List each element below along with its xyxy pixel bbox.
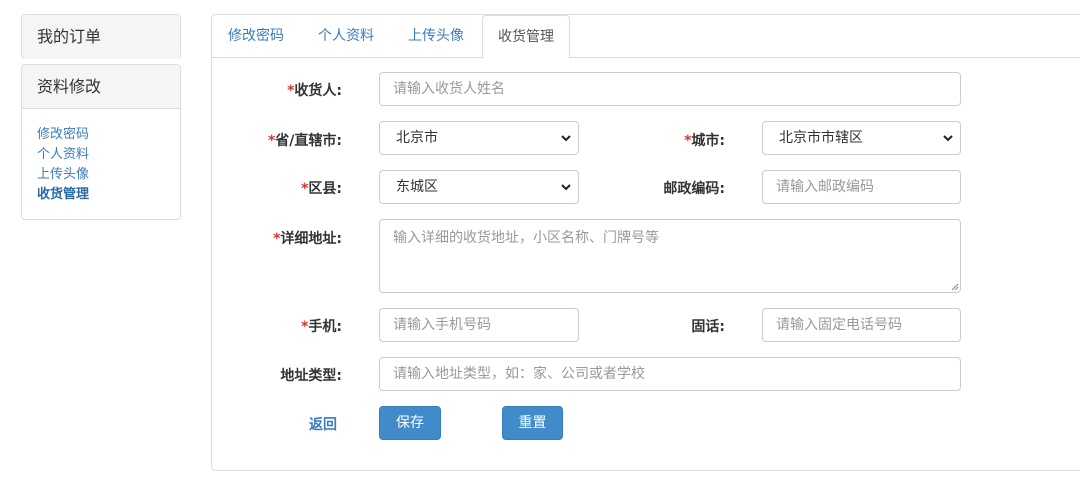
postcode-input[interactable] — [762, 170, 961, 204]
receiver-label: *收货人: — [287, 83, 342, 99]
district-select[interactable]: 东城区 — [379, 170, 579, 204]
district-label: *区县: — [301, 181, 342, 197]
tab-change-password[interactable]: 修改密码 — [213, 15, 299, 58]
province-select[interactable]: 北京市 — [379, 121, 579, 155]
phone-input[interactable] — [762, 308, 961, 342]
tab-personal-info[interactable]: 个人资料 — [303, 15, 389, 58]
address-textarea-wrap — [379, 219, 961, 293]
sidebar-item-personal-info[interactable]: 个人资料 — [37, 145, 165, 165]
tab-bar: 修改密码 个人资料 上传头像 收货管理 — [212, 15, 1080, 59]
reset-button[interactable]: 重置 — [502, 406, 563, 440]
resize-handle-icon[interactable] — [949, 281, 959, 291]
address-label: *详细地址: — [273, 231, 342, 247]
back-link[interactable]: 返回 — [309, 414, 337, 434]
province-label: *省/直辖市: — [267, 133, 342, 149]
profile-edit-panel: 资料修改 修改密码 个人资料 上传头像 收货管理 — [21, 64, 181, 220]
sidebar-item-change-password[interactable]: 修改密码 — [37, 125, 165, 145]
tab-address-management[interactable]: 收货管理 — [482, 15, 570, 59]
sidebar-item-upload-avatar[interactable]: 上传头像 — [37, 165, 165, 185]
address-type-input[interactable] — [379, 357, 961, 391]
district-selected-value: 东城区 — [396, 179, 438, 195]
chevron-down-icon — [561, 184, 571, 191]
province-selected-value: 北京市 — [396, 130, 438, 146]
profile-edit-title: 资料修改 — [22, 65, 180, 109]
city-selected-value: 北京市市辖区 — [779, 130, 863, 146]
mobile-label: *手机: — [301, 319, 342, 335]
city-select[interactable]: 北京市市辖区 — [762, 121, 961, 155]
address-type-label: 地址类型: — [280, 368, 342, 384]
chevron-down-icon — [561, 135, 571, 142]
sidebar-item-address-management[interactable]: 收货管理 — [37, 185, 165, 205]
chevron-down-icon — [943, 135, 953, 142]
mobile-input[interactable] — [379, 308, 579, 342]
my-orders-title[interactable]: 我的订单 — [22, 15, 180, 59]
postcode-label: 邮政编码: — [663, 181, 725, 197]
receiver-input[interactable] — [379, 72, 961, 106]
tab-upload-avatar[interactable]: 上传头像 — [393, 15, 479, 58]
city-label: *城市: — [684, 133, 725, 149]
save-button[interactable]: 保存 — [379, 406, 441, 440]
my-orders-panel[interactable]: 我的订单 — [21, 14, 181, 59]
sidebar-links: 修改密码 个人资料 上传头像 收货管理 — [22, 109, 180, 205]
phone-label: 固话: — [691, 319, 725, 335]
address-textarea[interactable] — [379, 219, 961, 293]
